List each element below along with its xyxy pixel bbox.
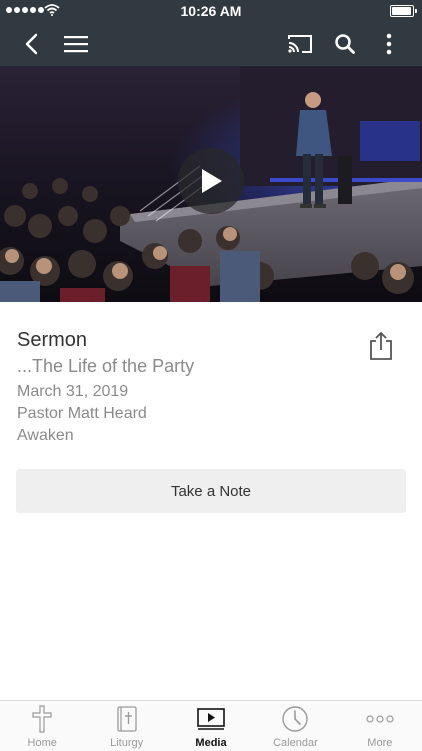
media-date: March 31, 2019 — [17, 383, 129, 400]
more-options-button[interactable] — [369, 22, 409, 66]
tab-label-liturgy: Liturgy — [110, 737, 144, 749]
video-player[interactable] — [0, 66, 422, 302]
tab-more[interactable]: More — [338, 701, 422, 751]
video-player-icon — [197, 708, 225, 730]
search-icon — [335, 34, 355, 54]
media-title: ...The Life of the Party — [17, 356, 195, 376]
play-icon — [202, 169, 222, 193]
status-bar: 10:26 AM — [0, 0, 422, 22]
cross-icon — [32, 705, 52, 733]
media-category: Sermon — [17, 329, 88, 351]
ellipsis-icon — [366, 715, 394, 723]
play-button[interactable] — [178, 148, 244, 214]
cast-icon — [288, 35, 312, 53]
share-button[interactable] — [368, 331, 394, 361]
menu-button[interactable] — [56, 22, 96, 66]
clock-icon — [282, 706, 309, 732]
cast-button[interactable] — [280, 22, 320, 66]
vertical-dots-icon — [386, 33, 392, 55]
tab-liturgy[interactable]: Liturgy — [84, 701, 168, 751]
battery-icon — [390, 5, 417, 17]
media-info: Sermon ...The Life of the Party March 31… — [17, 328, 397, 447]
status-time: 10:26 AM — [180, 3, 242, 19]
take-note-button[interactable]: Take a Note — [16, 469, 406, 513]
tab-label-home: Home — [27, 737, 57, 749]
tab-label-more: More — [367, 737, 393, 749]
tab-calendar[interactable]: Calendar — [253, 701, 337, 751]
tab-home[interactable]: Home — [0, 701, 84, 751]
share-icon — [370, 332, 392, 360]
media-speaker: Pastor Matt Heard — [17, 405, 147, 422]
tab-label-media: Media — [195, 737, 227, 749]
tab-label-calendar: Calendar — [273, 737, 318, 749]
hamburger-icon — [64, 36, 88, 53]
nav-bar — [0, 22, 422, 66]
media-series: Awaken — [17, 427, 74, 444]
bible-icon — [116, 706, 137, 732]
back-button[interactable] — [11, 22, 51, 66]
chevron-left-icon — [25, 33, 38, 55]
tab-media[interactable]: Media — [169, 701, 253, 751]
tab-bar: Home Liturgy Media Calendar More — [0, 700, 422, 751]
search-button[interactable] — [325, 22, 365, 66]
